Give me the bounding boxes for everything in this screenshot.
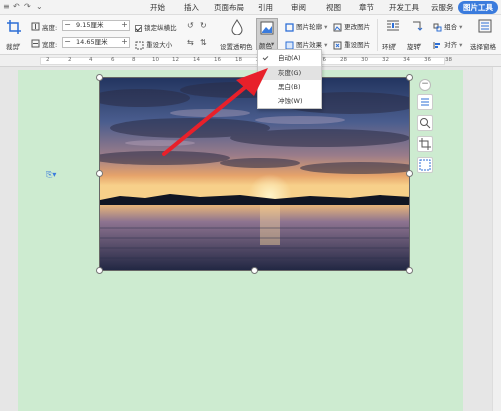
red-annotation-arrow [162,68,268,156]
vertical-scrollbar[interactable] [492,67,501,411]
